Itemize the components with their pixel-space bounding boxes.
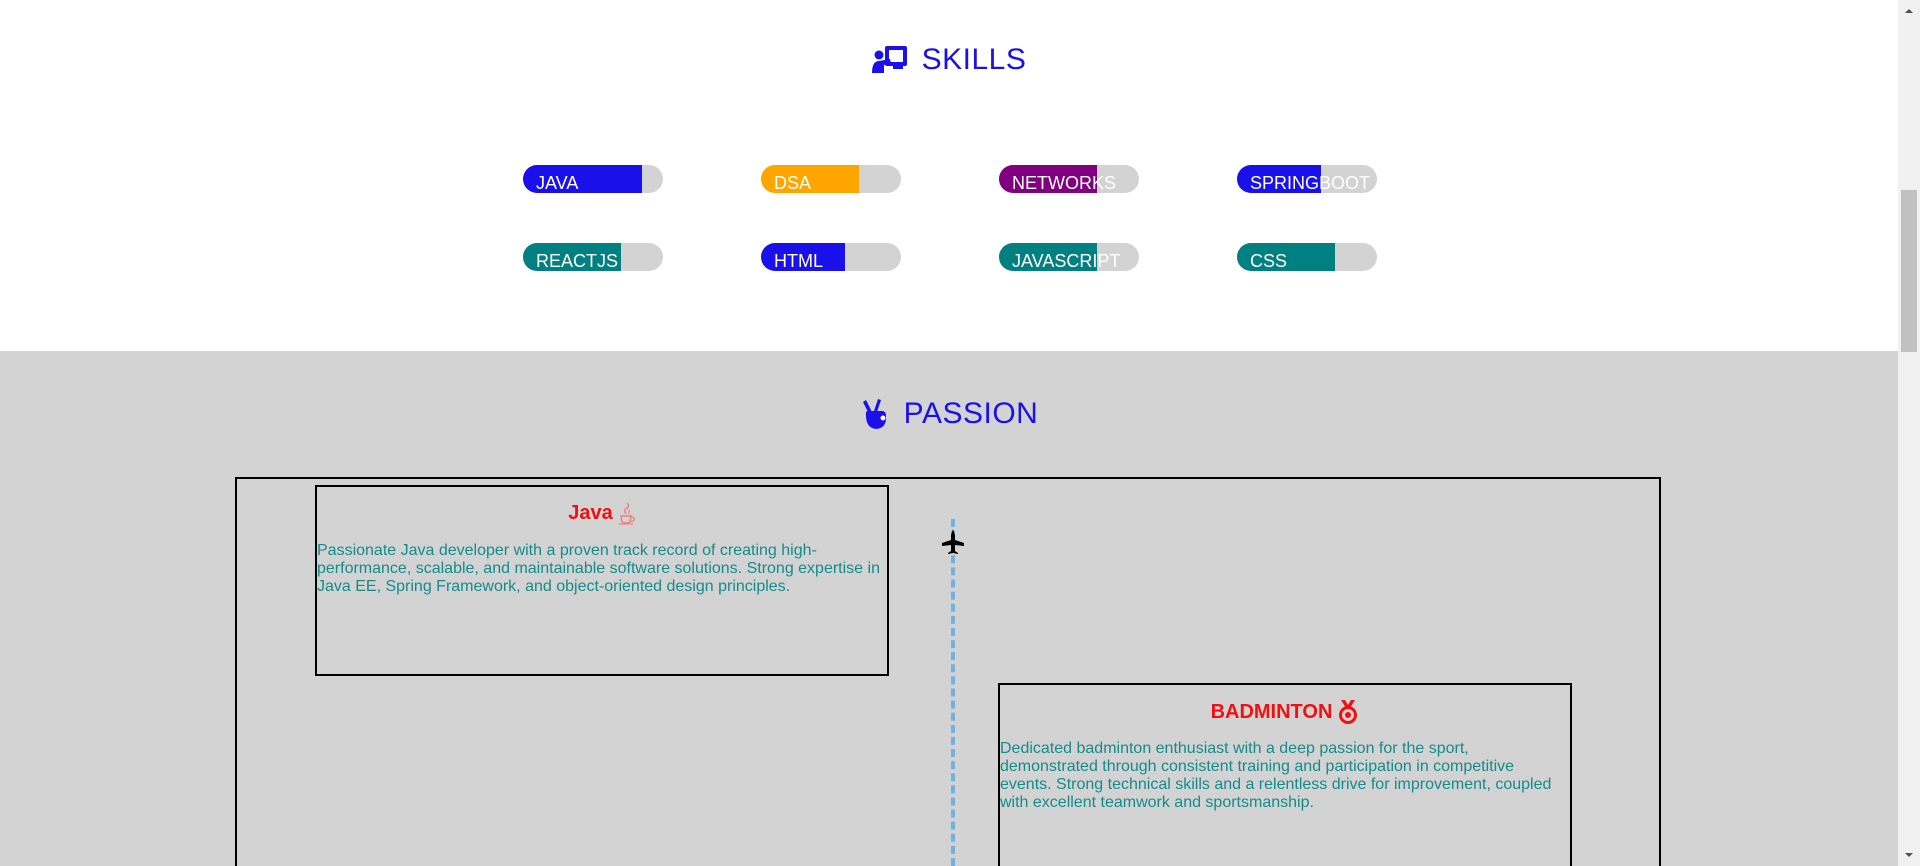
medal-icon (1337, 700, 1359, 724)
java-coffee-icon (618, 502, 636, 525)
skills-heading: SKILLS (0, 40, 1898, 80)
passion-card-java: Java Passionate Java developer with a pr… (315, 485, 889, 676)
skill-label: CSS (1250, 251, 1288, 271)
peace-hand-icon (860, 398, 890, 430)
passion-heading: PASSION (0, 394, 1898, 434)
scroll-up-arrow-icon[interactable] (1904, 6, 1914, 16)
card-title-row: Java (317, 502, 887, 525)
skill-bar-networks: NETWORKS (999, 165, 1139, 193)
passion-section: PASSION (0, 351, 1898, 866)
teacher-board-icon (871, 45, 908, 75)
card-title: Java (568, 502, 613, 524)
skill-bar-dsa: DSA (761, 165, 901, 193)
passion-title: PASSION (903, 397, 1039, 430)
skills-section: SKILLS JAVA DSA NETWORKS SPRINGBOOT REACTJS H… (0, 0, 1898, 351)
skill-bar-springboot: SPRINGBOOT (1237, 165, 1377, 193)
skill-label: SPRINGBOOT (1250, 173, 1371, 193)
card-text: Dedicated badminton enthusiast with a de… (1000, 740, 1552, 811)
skill-bar-html: HTML (761, 243, 901, 271)
skill-label: JAVASCRIPT (1012, 251, 1121, 271)
vertical-scrollbar[interactable] (1898, 0, 1920, 866)
scrollbar-thumb[interactable] (1901, 190, 1917, 352)
card-title: BADMINTON (1210, 700, 1333, 723)
skill-label: DSA (774, 173, 812, 193)
skill-label: JAVA (536, 173, 579, 193)
skill-bar-css: CSS (1237, 243, 1377, 271)
skill-label: NETWORKS (1012, 173, 1117, 193)
card-text: Passionate Java developer with a proven … (317, 542, 880, 595)
card-title-row: BADMINTON (1000, 700, 1570, 724)
skill-bar-java: JAVA (523, 165, 663, 193)
skill-bar-reactjs: REACTJS (523, 243, 663, 271)
page: SKILLS JAVA DSA NETWORKS SPRINGBOOT REACTJS H… (0, 0, 1898, 866)
passion-card-badminton: BADMINTON Dedicated badminton enthusiast… (998, 683, 1572, 866)
skills-title: SKILLS (921, 43, 1027, 76)
skill-label: HTML (774, 251, 823, 271)
airplane-icon (941, 528, 965, 559)
scroll-down-arrow-icon[interactable] (1904, 850, 1914, 860)
skill-label: REACTJS (536, 251, 619, 271)
timeline-line (951, 519, 955, 866)
skill-bar-javascript: JAVASCRIPT (999, 243, 1139, 271)
